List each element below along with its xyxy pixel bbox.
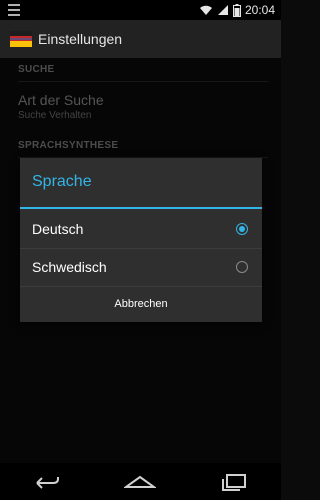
language-dialog: Sprache Deutsch Schwedisch Abbrechen <box>20 158 262 322</box>
flag-icon[interactable] <box>10 29 32 49</box>
option-schwedisch[interactable]: Schwedisch <box>20 248 262 287</box>
home-icon[interactable] <box>120 470 160 494</box>
dialog-title-divider <box>20 207 262 209</box>
option-label: Deutsch <box>32 221 84 237</box>
back-icon[interactable] <box>27 470 67 494</box>
menu-icon <box>8 4 20 16</box>
status-bar: 20:04 <box>0 0 281 20</box>
navigation-bar <box>0 463 281 500</box>
signal-icon <box>217 5 228 15</box>
battery-icon <box>232 3 241 17</box>
status-icons: 20:04 <box>199 2 275 18</box>
action-bar: Einstellungen <box>0 20 281 58</box>
option-label: Schwedisch <box>32 259 107 275</box>
wifi-icon <box>199 5 212 15</box>
dialog-title: Sprache <box>32 173 92 190</box>
recents-icon[interactable] <box>214 470 254 494</box>
status-time: 20:04 <box>244 3 275 17</box>
option-deutsch[interactable]: Deutsch <box>20 210 262 249</box>
cancel-button[interactable]: Abbrechen <box>20 285 262 322</box>
radio-checked-icon[interactable] <box>236 223 248 235</box>
radio-unchecked-icon[interactable] <box>236 261 248 273</box>
app-title: Einstellungen <box>38 31 123 47</box>
